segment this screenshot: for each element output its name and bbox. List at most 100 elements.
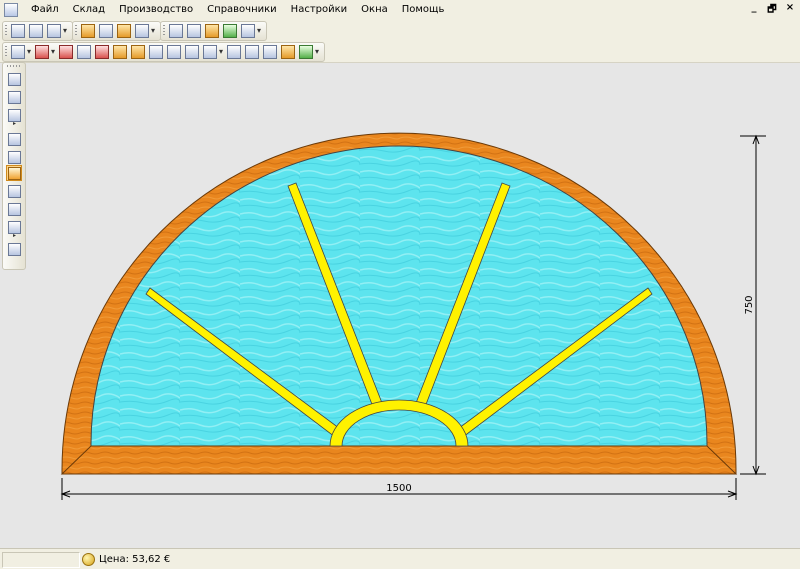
print-icon [47, 24, 61, 38]
divide-button[interactable] [184, 44, 200, 60]
status-cell-empty [2, 552, 80, 568]
product-button[interactable] [98, 23, 114, 39]
layers-dropdown-icon[interactable]: ▸ [13, 121, 19, 127]
merge-button[interactable] [94, 44, 110, 60]
split-icon [77, 45, 91, 59]
text-button[interactable] [240, 23, 256, 39]
undo-button[interactable] [6, 183, 22, 199]
new-doc-button[interactable] [10, 23, 26, 39]
toolbar-row-1: ▾ ▾ ▾ [0, 20, 800, 42]
frame-dropdown-icon[interactable]: ▾ [27, 45, 33, 59]
column-icon [149, 45, 163, 59]
profile-button[interactable] [34, 44, 50, 60]
lock-button[interactable] [116, 23, 132, 39]
table-cells-button[interactable] [262, 44, 278, 60]
layout-button[interactable] [202, 44, 218, 60]
row-button[interactable] [166, 44, 182, 60]
cube-button[interactable] [80, 23, 96, 39]
new-doc-icon [11, 24, 25, 38]
toolbar-grip[interactable] [7, 65, 21, 67]
edit-icon [299, 45, 313, 59]
app-icon[interactable] [4, 3, 18, 17]
window-controls: _ 🗗 × [748, 2, 796, 19]
toolbar-file: ▾ [2, 21, 73, 41]
frame-button[interactable] [10, 44, 26, 60]
hand-button[interactable] [6, 149, 22, 165]
drawing-canvas[interactable]: 1500 750 [28, 63, 800, 548]
profile-icon [35, 45, 49, 59]
copy-button[interactable] [186, 23, 202, 39]
menu-references[interactable]: Справочники [200, 1, 284, 19]
grid-button[interactable] [168, 23, 184, 39]
table-cells-icon [263, 45, 277, 59]
delete-icon [59, 45, 73, 59]
redo-icon [7, 202, 21, 216]
chart-button[interactable] [222, 23, 238, 39]
edit-button[interactable] [298, 44, 314, 60]
menu-help[interactable]: Помощь [395, 1, 452, 19]
column-button[interactable] [148, 44, 164, 60]
undo-icon [7, 184, 21, 198]
close-button[interactable]: × [784, 2, 796, 19]
window-drawing: 1500 750 [60, 132, 766, 500]
profile-dropdown-icon[interactable]: ▾ [51, 45, 57, 59]
lock-icon [117, 24, 131, 38]
width-dimension-label: 1500 [386, 483, 411, 494]
view-button[interactable] [6, 89, 22, 105]
menu-warehouse[interactable]: Склад [66, 1, 112, 19]
height-dimension-label: 750 [744, 295, 755, 314]
divide-icon [185, 45, 199, 59]
menu-file[interactable]: Файл [24, 1, 66, 19]
product-icon [99, 24, 113, 38]
status-price: Цена: 53,62 € [82, 552, 170, 566]
table-button[interactable] [204, 23, 220, 39]
cells-icon [227, 45, 241, 59]
node-button[interactable] [112, 44, 128, 60]
measure-icon [7, 242, 21, 256]
truck-icon [135, 24, 149, 38]
truck-button[interactable] [134, 23, 150, 39]
open-doc-button[interactable] [28, 23, 44, 39]
menu-production[interactable]: Производство [112, 1, 200, 19]
menu-windows[interactable]: Окна [354, 1, 395, 19]
move-icon [7, 166, 21, 180]
toolbar-row-2: ▾ ▾ ▾ ▾ [0, 41, 800, 63]
export-button[interactable] [280, 44, 296, 60]
cells-button[interactable] [226, 44, 242, 60]
measure-button[interactable] [6, 241, 22, 257]
align-icon [131, 45, 145, 59]
minimize-button[interactable]: _ [748, 2, 760, 19]
delete-button[interactable] [58, 44, 74, 60]
split-button[interactable] [76, 44, 92, 60]
row-icon [167, 45, 181, 59]
grid-cells-button[interactable] [244, 44, 260, 60]
price-label: Цена: 53,62 € [99, 553, 171, 565]
restore-button[interactable]: 🗗 [766, 2, 778, 19]
toolbar-overflow-icon[interactable]: ▾ [315, 45, 321, 59]
toolbar-overflow-icon[interactable]: ▾ [151, 24, 157, 38]
copy-icon [187, 24, 201, 38]
redo-button[interactable] [6, 201, 22, 217]
layout-dropdown-icon[interactable]: ▾ [219, 45, 225, 59]
print-button[interactable] [46, 23, 62, 39]
merge-icon [95, 45, 109, 59]
toolbar-overflow-icon[interactable]: ▾ [63, 24, 69, 38]
properties-icon [7, 132, 21, 146]
text-icon [241, 24, 255, 38]
menu-bar: Файл Склад Производство Справочники Наст… [0, 0, 800, 21]
toolbar-overflow-icon[interactable]: ▾ [257, 24, 263, 38]
chart-icon [223, 24, 237, 38]
cube-icon [81, 24, 95, 38]
status-bar: Цена: 53,62 € [0, 548, 800, 569]
window-sill[interactable] [60, 445, 738, 475]
node-icon [113, 45, 127, 59]
properties-button[interactable] [6, 131, 22, 147]
zoom-dropdown-icon[interactable]: ▸ [13, 233, 19, 239]
align-button[interactable] [130, 44, 146, 60]
menu-settings[interactable]: Настройки [284, 1, 354, 19]
open-doc-icon [29, 24, 43, 38]
save-button[interactable] [6, 71, 22, 87]
coin-icon [82, 552, 95, 566]
grid-icon [169, 24, 183, 38]
move-button[interactable] [6, 165, 22, 181]
